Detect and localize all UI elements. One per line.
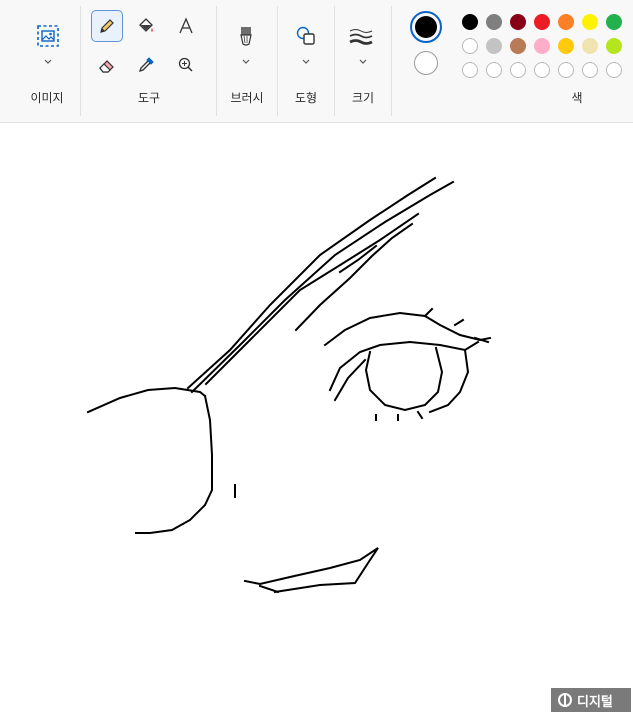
- tools-group-label: 도구: [137, 91, 161, 105]
- pencil-icon: [100, 19, 114, 33]
- color-swatch[interactable]: [534, 38, 550, 54]
- color-swatch[interactable]: [486, 38, 502, 54]
- shapes-icon: [296, 26, 315, 45]
- color-swatch[interactable]: [486, 14, 502, 30]
- sketch-drawing: [86, 176, 492, 594]
- custom-color-slot[interactable]: [606, 62, 622, 78]
- primary-color-fill: [415, 16, 437, 38]
- shapes-chevron-down-icon[interactable]: [300, 58, 312, 66]
- image-select-button[interactable]: [32, 20, 64, 52]
- mouth: [243, 547, 379, 594]
- image-select-icon: [37, 25, 59, 47]
- head-outline: [86, 386, 207, 414]
- text-icon: [179, 17, 193, 34]
- color-swatch[interactable]: [510, 14, 526, 30]
- custom-color-slot[interactable]: [486, 62, 502, 78]
- watermark-text: 디지털: [577, 694, 613, 710]
- fill-button[interactable]: [130, 10, 162, 42]
- custom-color-slot[interactable]: [534, 62, 550, 78]
- shapes-group: 도형: [278, 0, 334, 118]
- upper-lid: [323, 311, 492, 347]
- color-swatch[interactable]: [582, 14, 598, 30]
- image-chevron-down-icon[interactable]: [42, 58, 54, 66]
- lower-lash: [375, 410, 424, 421]
- fill-bucket-icon: [139, 18, 153, 32]
- size-chevron-down-icon[interactable]: [357, 58, 369, 66]
- color-swatch[interactable]: [462, 14, 478, 30]
- eraser-icon: [99, 60, 114, 73]
- custom-color-slot[interactable]: [462, 62, 478, 78]
- image-group-label: 이미지: [30, 91, 64, 105]
- head-outline: [135, 394, 213, 534]
- separator: [80, 6, 81, 116]
- watermark-badge: 디지털: [551, 688, 631, 712]
- drawing-canvas[interactable]: [0, 123, 633, 712]
- text-button[interactable]: [170, 10, 202, 42]
- color-swatch[interactable]: [582, 38, 598, 54]
- ribbon-toolbar: 이미지 도구 브러시 도형 크기 색: [0, 0, 633, 123]
- color-swatch[interactable]: [534, 14, 550, 30]
- size-lines-icon: [349, 29, 373, 45]
- upper-lid: [333, 358, 367, 402]
- watermark-logo-icon: [558, 693, 572, 707]
- magnifier-icon: [178, 57, 193, 72]
- hair-stroke: [204, 212, 420, 386]
- brush-icon: [240, 27, 252, 46]
- color-swatch[interactable]: [606, 14, 622, 30]
- color-swatch[interactable]: [606, 38, 622, 54]
- shapes-button[interactable]: [290, 20, 322, 52]
- eyelash: [423, 307, 490, 344]
- hair-stroke: [190, 180, 455, 394]
- tools-group: 도구: [84, 0, 214, 118]
- primary-color[interactable]: [410, 11, 442, 43]
- hair-stroke: [338, 244, 378, 274]
- brush-button[interactable]: [230, 20, 262, 52]
- color-picker-icon: [138, 57, 154, 73]
- eraser-button[interactable]: [91, 49, 123, 81]
- image-group: 이미지: [14, 0, 80, 118]
- brush-group-label: 브러시: [230, 91, 264, 105]
- custom-color-slot[interactable]: [510, 62, 526, 78]
- custom-color-slot[interactable]: [582, 62, 598, 78]
- brush-chevron-down-icon[interactable]: [240, 58, 252, 66]
- brush-group: 브러시: [217, 0, 277, 118]
- iris: [364, 346, 444, 412]
- upper-lid: [328, 340, 480, 392]
- lower-lid: [428, 348, 470, 414]
- pencil-button[interactable]: [91, 10, 123, 42]
- size-button[interactable]: [345, 20, 377, 52]
- color-swatch[interactable]: [462, 38, 478, 54]
- size-group: 크기: [335, 0, 391, 118]
- colors-group: 색: [392, 0, 633, 118]
- color-swatch[interactable]: [510, 38, 526, 54]
- mouth: [258, 584, 280, 594]
- custom-color-slot[interactable]: [558, 62, 574, 78]
- size-group-label: 크기: [351, 91, 375, 105]
- secondary-color[interactable]: [414, 51, 438, 75]
- magnifier-button[interactable]: [170, 49, 202, 81]
- color-picker-button[interactable]: [130, 49, 162, 81]
- shapes-group-label: 도형: [294, 91, 318, 105]
- colors-group-label: 색: [571, 91, 583, 105]
- color-swatch[interactable]: [558, 14, 574, 30]
- color-swatch[interactable]: [558, 38, 574, 54]
